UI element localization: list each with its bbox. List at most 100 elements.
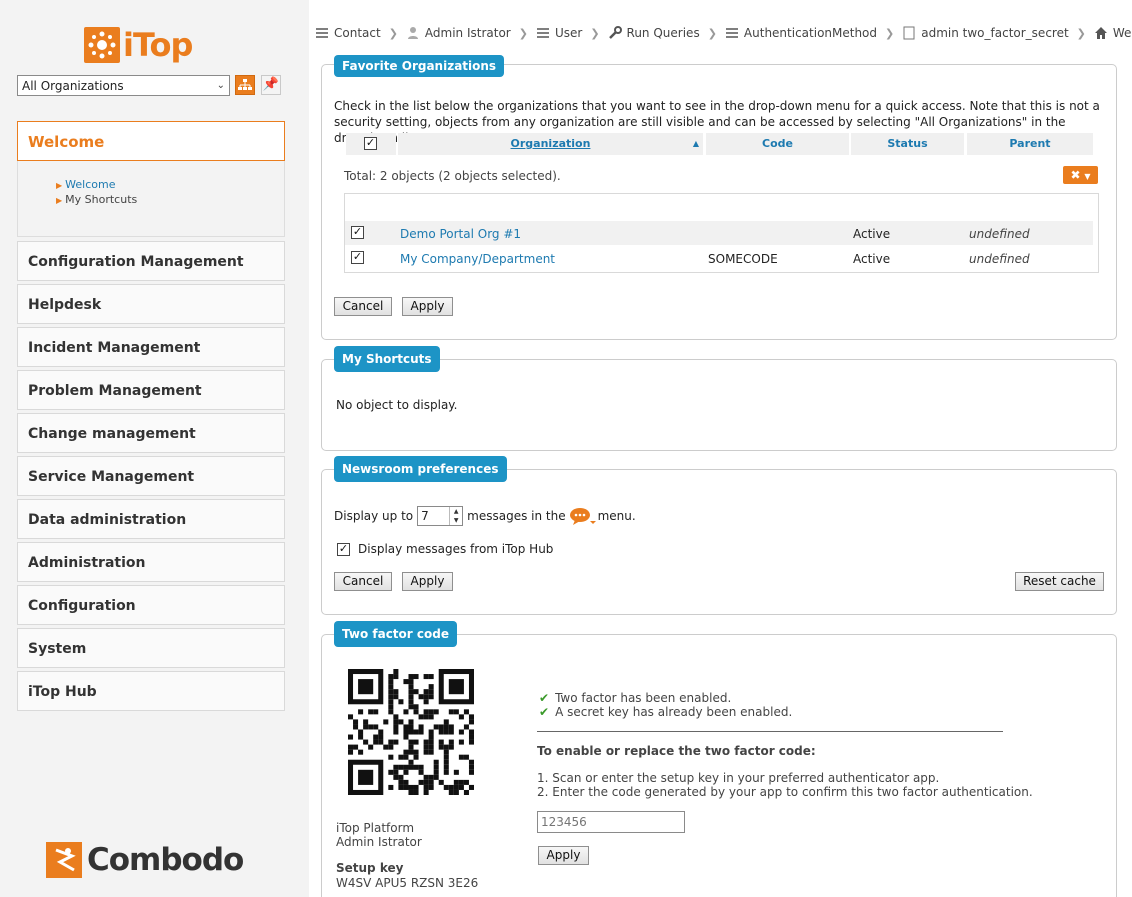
org-chart-icon xyxy=(238,79,252,90)
table-row[interactable]: ✓ My Company/Department SOMECODE Active … xyxy=(345,246,1093,270)
menu-group-administration[interactable]: Administration xyxy=(17,542,285,582)
submenu-item-my-shortcuts[interactable]: ▶ My Shortcuts xyxy=(56,193,137,206)
organization-link[interactable]: My Company/Department xyxy=(400,252,555,266)
status-cell: Active xyxy=(853,252,891,266)
parent-cell: undefined xyxy=(969,227,1030,241)
newsroom-apply-button[interactable]: Apply xyxy=(402,572,453,591)
breadcrumb-item-contact[interactable]: Contact ❯ xyxy=(315,26,406,40)
newsroom-preferences-panel: Newsroom preferences Display up to 7 ▲ ▼ … xyxy=(321,456,1117,615)
setup-key-value: W4SV APU5 RZSN 3E26 xyxy=(336,876,479,890)
page-icon xyxy=(902,26,916,40)
caret-down-icon: ▼ xyxy=(1084,172,1091,181)
newsroom-cancel-button[interactable]: Cancel xyxy=(334,572,392,591)
breadcrumb-item-user[interactable]: User ❯ xyxy=(536,26,608,40)
itop-logo-text: iTop xyxy=(123,26,193,64)
combodo-logo-icon xyxy=(46,842,82,878)
pin-icon: 📌 xyxy=(262,77,280,92)
check-icon: ✔ xyxy=(539,691,550,705)
wrench-icon xyxy=(608,26,622,40)
triangle-right-icon: ▶ xyxy=(56,196,63,205)
menu-welcome-submenu: ▶ Welcome ▶ My Shortcuts xyxy=(17,161,285,237)
two-factor-code-input[interactable] xyxy=(537,811,685,833)
qr-code xyxy=(348,669,474,795)
chevron-down-icon: ⌄ xyxy=(216,80,225,91)
menu-group-itop-hub[interactable]: iTop Hub xyxy=(17,671,285,711)
table-row[interactable]: ✓ Demo Portal Org #1 Active undefined xyxy=(345,221,1093,245)
menu-group-problem-management[interactable]: Problem Management xyxy=(17,370,285,410)
select-all-checkbox[interactable]: ✓ xyxy=(364,137,377,150)
itop-logo-icon xyxy=(84,27,120,63)
table-header-code[interactable]: Code xyxy=(706,133,849,155)
newsroom-count-row: Display up to 7 ▲ ▼ messages in the menu. xyxy=(334,506,636,526)
row-checkbox[interactable]: ✓ xyxy=(351,226,364,239)
list-icon xyxy=(725,26,739,40)
menu-group-configuration[interactable]: Configuration xyxy=(17,585,285,625)
row-checkbox[interactable]: ✓ xyxy=(351,251,364,264)
menu-group-helpdesk[interactable]: Helpdesk xyxy=(17,284,285,324)
code-cell: SOMECODE xyxy=(708,252,778,266)
two-factor-step-1: 1. Scan or enter the setup key in your p… xyxy=(537,771,940,785)
organization-select-value: All Organizations xyxy=(22,78,124,93)
menu-group-system[interactable]: System xyxy=(17,628,285,668)
sort-asc-icon: ▲ xyxy=(692,139,699,148)
my-shortcuts-title: My Shortcuts xyxy=(334,346,440,372)
two-factor-user: Admin Istrator xyxy=(336,835,422,849)
table-header-parent[interactable]: Parent xyxy=(967,133,1093,155)
favorite-organizations-title: Favorite Organizations xyxy=(334,55,505,77)
newsroom-preferences-title: Newsroom preferences xyxy=(334,456,507,482)
two-factor-panel: Two factor code iTop Platform Admin Istr… xyxy=(321,621,1117,897)
menu-group-configuration-management[interactable]: Configuration Management xyxy=(17,241,285,281)
menu-group-change-management[interactable]: Change management xyxy=(17,413,285,453)
itop-logo[interactable]: iTop xyxy=(84,26,193,64)
organization-link[interactable]: Demo Portal Org #1 xyxy=(400,227,521,241)
itop-hub-checkbox[interactable]: ✓ xyxy=(337,542,350,556)
message-count-stepper[interactable]: 7 ▲ ▼ xyxy=(417,506,464,526)
breadcrumb-item-run-queries[interactable]: Run Queries ❯ xyxy=(608,26,725,40)
organization-tree-button[interactable] xyxy=(235,75,255,95)
breadcrumb: Contact ❯ Admin Istrator ❯ User ❯ Run Queri… xyxy=(315,24,1132,42)
menu-group-welcome[interactable]: Welcome xyxy=(17,121,285,161)
two-factor-heading: To enable or replace the two factor code… xyxy=(537,744,816,758)
favorites-cancel-button[interactable]: Cancel xyxy=(334,297,392,316)
breadcrumb-item-welcome[interactable]: Welcome xyxy=(1094,26,1132,40)
user-icon xyxy=(406,26,420,40)
check-icon: ✔ xyxy=(539,705,550,719)
breadcrumb-item-admin-two-factor-secret[interactable]: admin two_factor_secret ❯ xyxy=(902,26,1094,40)
two-factor-status-key: ✔ A secret key has already been enabled. xyxy=(539,705,793,719)
table-header-select-all[interactable]: ✓ xyxy=(346,133,396,155)
parent-cell: undefined xyxy=(969,252,1030,266)
two-factor-apply-button[interactable]: Apply xyxy=(538,846,589,865)
organization-select[interactable]: All Organizations ⌄ xyxy=(17,75,230,96)
shortcuts-empty-message: No object to display. xyxy=(336,398,458,412)
table-tools-button[interactable]: ✖ ▼ xyxy=(1063,166,1098,184)
table-header-organization[interactable]: Organization ▲ xyxy=(398,133,703,155)
pin-menu-button[interactable]: 📌 xyxy=(261,75,281,95)
tools-icon: ✖ xyxy=(1070,168,1081,182)
menu-group-welcome-label: Welcome xyxy=(28,133,105,151)
breadcrumb-item-authenticationmethod[interactable]: AuthenticationMethod ❯ xyxy=(725,26,902,40)
submenu-item-welcome[interactable]: ▶ Welcome xyxy=(56,178,115,191)
setup-key-label: Setup key xyxy=(336,861,404,875)
two-factor-title: Two factor code xyxy=(334,621,457,647)
reset-cache-button[interactable]: Reset cache xyxy=(1015,572,1104,591)
left-panel: iTop All Organizations ⌄ 📌 Welcome ▶ Welc… xyxy=(0,0,309,897)
table-total: Total: 2 objects (2 objects selected). xyxy=(344,169,561,183)
triangle-right-icon: ▶ xyxy=(56,181,63,190)
qr-code-image xyxy=(348,669,474,795)
breadcrumb-item-admin-istrator[interactable]: Admin Istrator ❯ xyxy=(406,26,536,40)
newsroom-chat-icon xyxy=(569,507,596,525)
my-shortcuts-panel: My Shortcuts No object to display. xyxy=(321,346,1117,451)
status-cell: Active xyxy=(853,227,891,241)
two-factor-status-enabled: ✔ Two factor has been enabled. xyxy=(539,691,732,705)
menu-group-data-administration[interactable]: Data administration xyxy=(17,499,285,539)
table-header-status[interactable]: Status xyxy=(851,133,964,155)
two-factor-step-2: 2. Enter the code generated by your app … xyxy=(537,785,1033,799)
menu-group-incident-management[interactable]: Incident Management xyxy=(17,327,285,367)
combodo-logo-text: Combodo xyxy=(87,842,244,878)
itop-hub-option[interactable]: ✓ Display messages from iTop Hub xyxy=(337,542,553,556)
list-icon xyxy=(536,26,550,40)
menu-group-service-management[interactable]: Service Management xyxy=(17,456,285,496)
favorites-apply-button[interactable]: Apply xyxy=(402,297,453,316)
combodo-logo: Combodo xyxy=(46,842,244,878)
two-factor-platform: iTop Platform xyxy=(336,821,415,835)
